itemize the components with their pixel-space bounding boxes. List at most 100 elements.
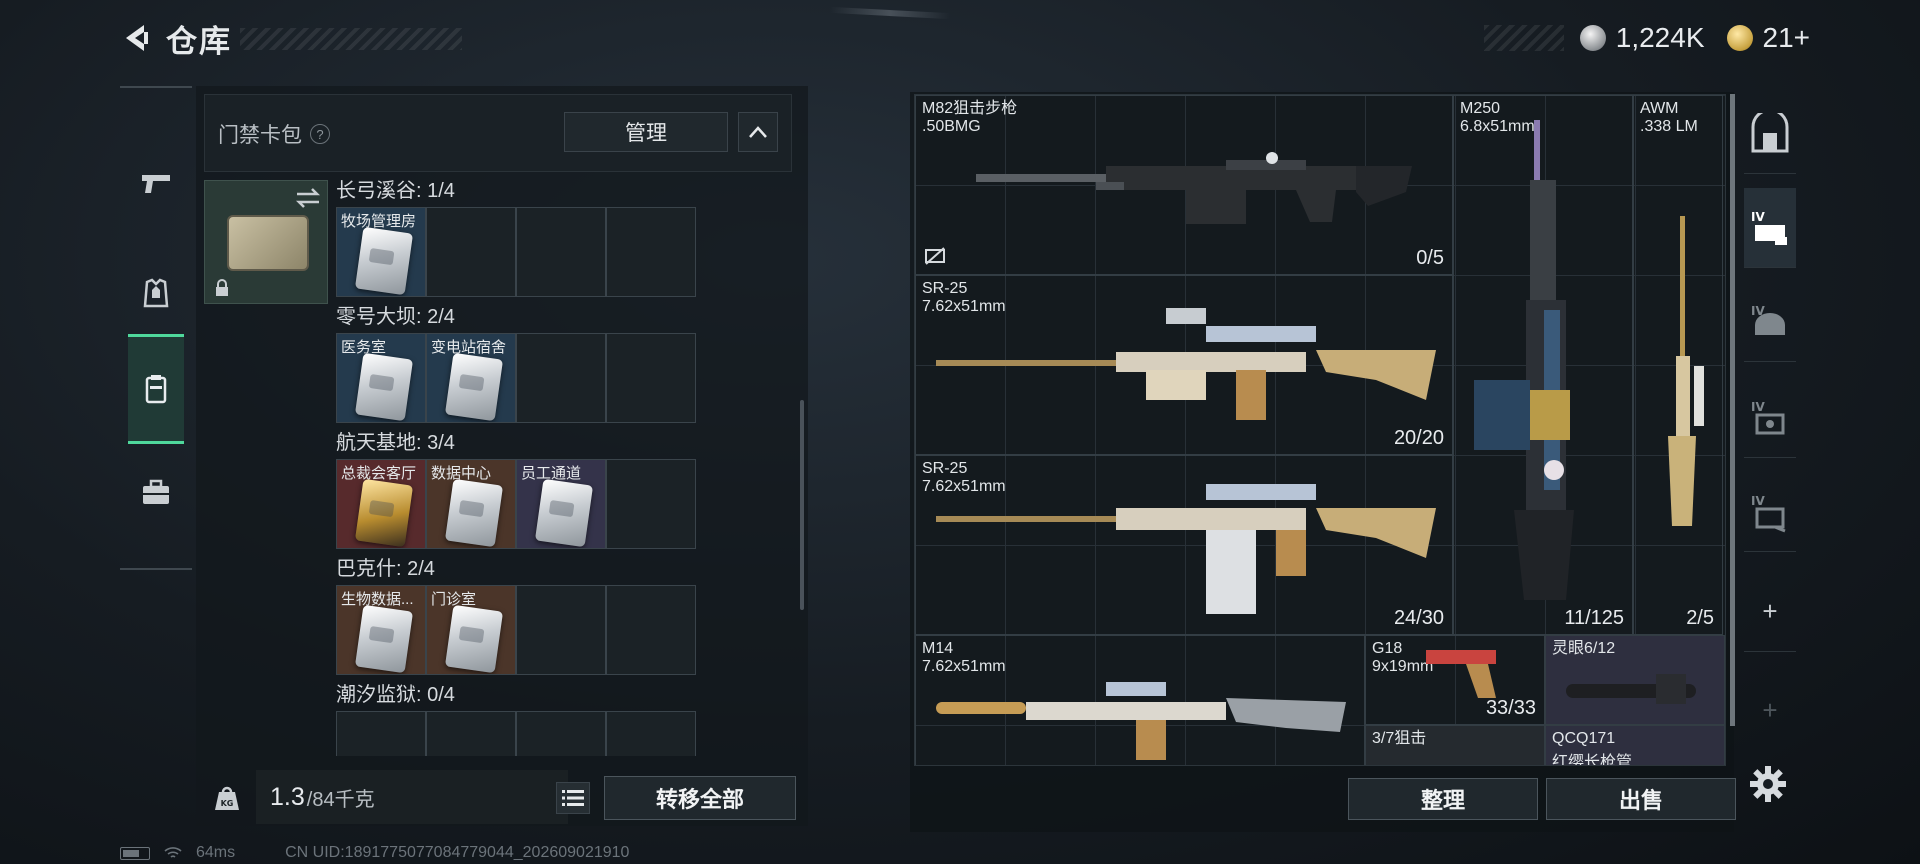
wifi-icon xyxy=(164,847,182,858)
level-iv-helmet-icon: IV xyxy=(1751,304,1785,335)
help-icon[interactable]: ? xyxy=(310,124,330,144)
keycard-slot[interactable]: 员工通道 xyxy=(516,459,606,549)
weapon-item-sr25[interactable]: SR-25 7.62x51mm 20/20 xyxy=(915,275,1453,455)
region-label: 长弓溪谷: 1/4 xyxy=(336,180,455,202)
scope-image xyxy=(1566,674,1696,704)
region-label: 潮汐监狱: 0/4 xyxy=(336,684,455,706)
level-iv-rig-icon: IV xyxy=(1751,210,1787,245)
weapon-name: SR-25 xyxy=(922,460,968,477)
svg-text:IV: IV xyxy=(1751,210,1765,224)
stash-scrollbar[interactable] xyxy=(1730,94,1735,726)
keycard-slot-empty[interactable] xyxy=(516,711,606,756)
item-sniper-scope[interactable]: 3/7狙击 xyxy=(1365,725,1545,765)
list-view-button[interactable] xyxy=(556,782,590,814)
keycard-slot[interactable]: 总裁会客厅 xyxy=(336,459,426,549)
keycard-slot[interactable]: 生物数据... xyxy=(336,585,426,675)
weapon-item-m250[interactable]: M250 6.8x51mm 11/125 xyxy=(1453,95,1633,635)
region-dam: 零号大坝: 2/4 医务室 变电站宿舍 xyxy=(336,300,696,423)
item-name: 3/7狙击 xyxy=(1372,730,1427,747)
weapon-item-sr25[interactable]: SR-25 7.62x51mm 24/30 xyxy=(915,455,1453,635)
nav-weapons[interactable] xyxy=(128,128,184,238)
slot-row: 牧场管理房 xyxy=(336,207,696,297)
container-nav: IV IV IV IV + + xyxy=(1740,92,1800,832)
keycard-holder-slot[interactable] xyxy=(204,180,328,304)
keycard-slot-empty[interactable] xyxy=(516,333,606,423)
region-label: 巴克什: 2/4 xyxy=(336,558,435,580)
keycard-slot[interactable]: 门诊室 xyxy=(426,585,516,675)
collapse-button[interactable] xyxy=(738,112,778,152)
sort-button[interactable]: 整理 xyxy=(1348,778,1538,820)
weapon-name: SR-25 xyxy=(922,280,968,297)
left-category-nav xyxy=(120,86,192,570)
weapon-item-m82[interactable]: M82狙击步枪 .50BMG 0/5 xyxy=(915,95,1453,275)
settings-gear-icon[interactable] xyxy=(1748,764,1788,804)
add-container-button-disabled: + xyxy=(1762,694,1778,725)
stash-grid: M82狙击步枪 .50BMG 0/5 M250 6.8x51mm 11/125 … xyxy=(914,94,1726,766)
keycard-slot-empty[interactable] xyxy=(516,585,606,675)
weight-value: 1.3 xyxy=(270,782,305,811)
keycard-slot-empty[interactable] xyxy=(606,207,696,297)
container-safebox[interactable] xyxy=(1744,94,1796,174)
keycard-pack-icon xyxy=(145,375,167,404)
keycard-slot[interactable]: 医务室 xyxy=(336,333,426,423)
item-name: QCQ171 xyxy=(1552,730,1616,747)
keycard-slot[interactable]: 牧场管理房 xyxy=(336,207,426,297)
keycard-slot-empty[interactable] xyxy=(426,207,516,297)
swap-icon[interactable] xyxy=(295,187,321,209)
weapon-name: M250 xyxy=(1460,100,1501,117)
weapon-name: G18 xyxy=(1372,640,1403,657)
keycard-slot-empty[interactable] xyxy=(426,711,516,756)
keycard-icon xyxy=(354,352,414,422)
nav-armor[interactable] xyxy=(128,238,184,348)
weapon-ammo: 9x19mm xyxy=(1372,658,1434,675)
item-qcq171[interactable]: QCQ171 红缨长枪管 xyxy=(1545,725,1725,765)
svg-text:KG: KG xyxy=(221,799,234,808)
slot-row xyxy=(336,711,696,756)
container-helmet[interactable]: IV xyxy=(1744,282,1796,362)
gold-currency-value[interactable]: 21+ xyxy=(1763,22,1811,54)
sell-button[interactable]: 出售 xyxy=(1546,778,1736,820)
slot-label: 变电站宿舍 xyxy=(431,339,507,356)
sr25-rifle-image xyxy=(936,484,1436,614)
level-iv-backpack-icon: IV xyxy=(1751,494,1786,532)
keycard-slot-empty[interactable] xyxy=(606,333,696,423)
keycard-slot[interactable]: 数据中心 xyxy=(426,459,516,549)
weapon-ammo-count: 2/5 xyxy=(1686,607,1714,629)
add-container-button[interactable]: + xyxy=(1744,572,1796,652)
item-scope[interactable]: 灵眼6/12 xyxy=(1545,635,1725,725)
weapon-item-awm[interactable]: AWM .338 LM 2/5 xyxy=(1633,95,1723,635)
weapon-item-g18[interactable]: G18 9x19mm 33/33 xyxy=(1365,635,1545,725)
container-backpack[interactable]: IV xyxy=(1744,472,1796,552)
keycard-panel-title: 门禁卡包 ? xyxy=(218,119,330,149)
transfer-all-button[interactable]: 转移全部 xyxy=(604,776,796,820)
keycard-slot-empty[interactable] xyxy=(606,459,696,549)
item-name: 灵眼6/12 xyxy=(1552,640,1616,657)
keycard-slot[interactable]: 变电站宿舍 xyxy=(426,333,516,423)
weapon-ammo-count: 11/125 xyxy=(1564,607,1624,629)
region-space-base: 航天基地: 3/4 总裁会客厅 数据中心 员工通道 xyxy=(336,426,696,549)
container-vest[interactable]: IV xyxy=(1744,378,1796,458)
keycard-slot-empty[interactable] xyxy=(606,585,696,675)
title-stripe xyxy=(240,28,462,50)
nav-keycard-pack[interactable] xyxy=(128,334,184,444)
keycard-scrollbar[interactable] xyxy=(800,400,804,610)
keycard-slot-empty[interactable] xyxy=(336,711,426,756)
currency-display: 1,224K 21+ xyxy=(1483,20,1811,56)
weapon-item-m14[interactable]: M14 7.62x51mm xyxy=(915,635,1365,765)
container-rig[interactable]: IV xyxy=(1744,188,1796,268)
keycard-slot-empty[interactable] xyxy=(516,207,606,297)
nav-toolbox[interactable] xyxy=(128,438,184,548)
list-icon xyxy=(562,790,584,806)
keycard-slot-empty[interactable] xyxy=(606,711,696,756)
slot-row: 总裁会客厅 数据中心 员工通道 xyxy=(336,459,696,549)
weapon-name: AWM xyxy=(1640,100,1679,117)
weapon-name: M82狙击步枪 xyxy=(922,100,1018,117)
keycard-holder-image xyxy=(227,215,309,271)
weapon-ammo-count: 33/33 xyxy=(1485,697,1536,719)
keycard-icon xyxy=(444,478,504,548)
manage-button[interactable]: 管理 xyxy=(564,112,728,152)
slot-label: 牧场管理房 xyxy=(341,213,417,230)
weapon-ammo-count: 0/5 xyxy=(1416,247,1444,269)
no-modification-icon xyxy=(925,247,945,265)
back-arrow-icon[interactable] xyxy=(118,21,152,55)
